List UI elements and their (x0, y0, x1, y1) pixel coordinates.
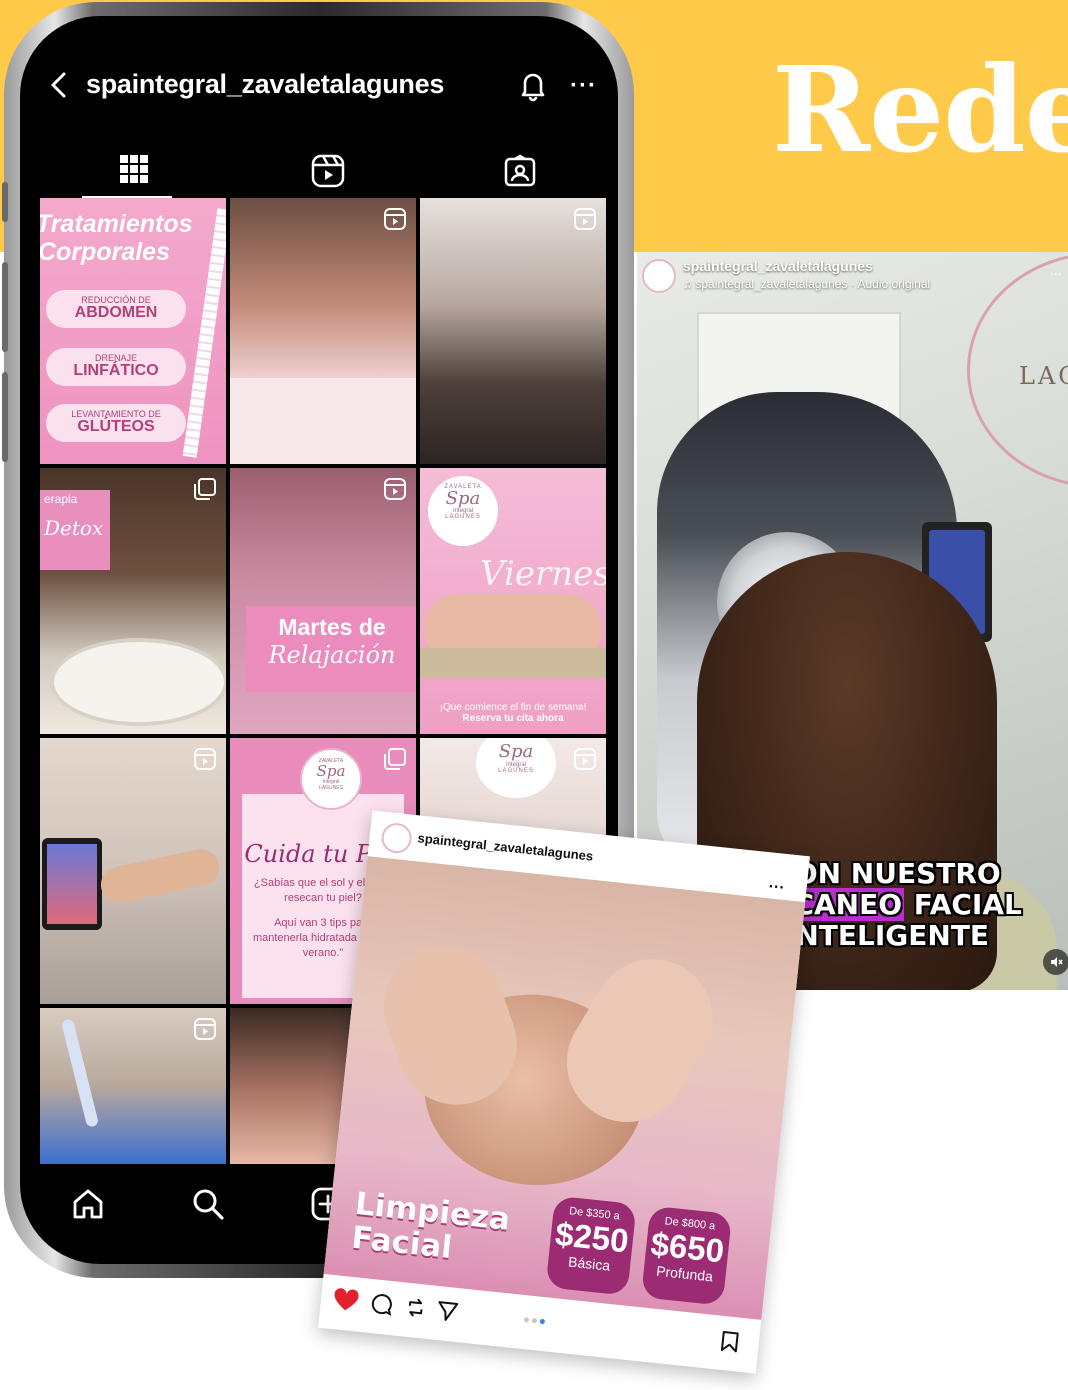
grid-tile[interactable]: ZAVALETA Spa Integral LAGUNES Viernes ¡Q… (420, 468, 606, 734)
tile-bowl (50, 638, 226, 726)
tile-tablet-screen (47, 844, 97, 924)
carousel-dot (531, 1317, 538, 1324)
tile-label-small: erapia (44, 492, 78, 506)
tile-pill: DRENAJE LINFÁTICO (46, 348, 186, 386)
tile-logo: ZAVALETA Spa Integral LAGUNES (300, 748, 362, 810)
bookmark-icon[interactable] (720, 1330, 740, 1354)
post-username[interactable]: spaintegral_zavaletalagunes (417, 830, 594, 863)
reel-icon (384, 208, 406, 230)
tile-label: erapia Detox (40, 490, 110, 570)
avatar[interactable] (380, 821, 414, 855)
tile-script: Viernes (480, 554, 606, 594)
profile-header: spaintegral_zavaletalagunes ··· (40, 38, 616, 142)
profile-tabs (40, 142, 616, 200)
search-icon[interactable] (190, 1186, 226, 1222)
grid-tile[interactable]: Martes de Relajación (230, 468, 416, 734)
price-basic: De $350 a $250 Básica (545, 1195, 637, 1296)
tile-pill-big: GLÚTEOS (77, 418, 155, 435)
home-icon[interactable] (70, 1186, 106, 1222)
tile-bed (420, 648, 606, 678)
tile-pill-big: ABDOMEN (74, 304, 158, 321)
tile-tablet (42, 838, 102, 930)
post-image[interactable]: Limpieza Facial De $350 a $250 Básica De… (323, 856, 806, 1320)
bell-icon[interactable] (516, 68, 550, 102)
tile-logo: Spa Integral LAGUNES (476, 738, 556, 798)
tile-footer-line-1: ¡Que comience el fin de semana! (439, 702, 587, 713)
tile-title-2: Corporales (40, 238, 170, 266)
grid-tile[interactable] (420, 198, 606, 464)
page-headline: Rede (772, 40, 1068, 179)
tile-pill-big: LINFÁTICO (73, 362, 159, 379)
tile-logo: ZAVALETA Spa Integral LAGUNES (428, 476, 498, 546)
logo-bottom: LAGUNES (498, 768, 534, 774)
logo-bottom: LAGUNES (445, 514, 481, 520)
grid-tile[interactable]: erapia Detox (40, 468, 226, 734)
reel-icon (194, 1018, 216, 1040)
carousel-dot (523, 1317, 530, 1323)
more-icon[interactable]: ··· (768, 878, 786, 898)
phone-side-button (2, 372, 8, 462)
profile-username: spaintegral_zavaletalagunes (86, 69, 445, 99)
logo-mid: Spa (316, 762, 346, 780)
tab-grid[interactable] (40, 142, 232, 200)
post-card[interactable]: spaintegral_zavaletalagunes ··· Limpieza… (318, 810, 810, 1374)
tagged-icon (504, 154, 536, 187)
caption-line-2-rest: FACIAL (904, 888, 1022, 921)
phone-side-button (2, 262, 8, 352)
chevron-left-icon[interactable] (44, 70, 74, 100)
carousel-icon (194, 478, 216, 500)
more-icon[interactable]: ... (1050, 262, 1062, 278)
post-title: Limpieza Facial (350, 1186, 512, 1271)
tile-footer: ¡Que comience el fin de semana! Reserva … (420, 702, 606, 724)
tile-box: Martes de Relajación (246, 606, 416, 692)
tile-box-title: Martes de (278, 614, 386, 640)
grid-tile[interactable] (40, 1008, 226, 1164)
wall-logo-text: LAG (1019, 362, 1068, 390)
mute-icon (1051, 957, 1063, 967)
tile-pill: LEVANTAMIENTO DE GLÚTEOS (46, 404, 186, 442)
mute-button[interactable] (1043, 949, 1068, 975)
reel-header: spaintegral_zavaletalagunes ♫ spaintegra… (637, 252, 1068, 300)
tile-box-script: Relajación (268, 641, 396, 669)
tile-towel (230, 378, 416, 464)
carousel-dots (523, 1309, 549, 1329)
tab-reels[interactable] (232, 142, 424, 200)
logo-mid: Spa (445, 488, 481, 509)
grid-tile[interactable] (40, 738, 226, 1004)
tile-wand (60, 1018, 100, 1128)
tile-label-script: Detox (44, 516, 104, 540)
logo-mid: Spa (498, 741, 534, 762)
reels-icon (311, 154, 345, 188)
carousel-dot (539, 1318, 546, 1325)
reel-username[interactable]: spaintegral_zavaletalagunes (683, 258, 873, 274)
grid-tile[interactable]: Tratamientos Corporales REDUCCIÓN DE ABD… (40, 198, 226, 464)
comment-icon[interactable] (370, 1292, 394, 1316)
more-icon[interactable]: ··· (570, 72, 597, 100)
reel-audio[interactable]: ♫ spaintegral_zavaletalagunes · Audio or… (683, 277, 930, 291)
reel-icon (384, 478, 406, 500)
tile-pill: REDUCCIÓN DE ABDOMEN (46, 290, 186, 328)
grid-tile[interactable] (230, 198, 416, 464)
grid-icon (120, 155, 148, 183)
measuring-tape (182, 208, 226, 458)
logo-bottom: LAGUNES (319, 785, 343, 791)
share-icon[interactable] (435, 1299, 459, 1323)
reel-icon (574, 208, 596, 230)
heart-icon[interactable] (332, 1287, 360, 1314)
reel-audio-label: spaintegral_zavaletalagunes · Audio orig… (695, 277, 931, 291)
avatar[interactable] (642, 259, 676, 293)
carousel-icon (384, 748, 406, 770)
price-deep: De $800 a $650 Profunda (640, 1205, 733, 1306)
reel-icon (574, 748, 596, 770)
phone-side-button (2, 182, 8, 222)
repost-icon[interactable] (404, 1296, 428, 1320)
tile-title: Tratamientos (40, 210, 193, 238)
reel-icon (194, 748, 216, 770)
tile-arm (97, 845, 223, 907)
tab-tagged[interactable] (424, 142, 616, 200)
tile-footer-line-2: Reserva tu cita ahora (462, 713, 564, 724)
